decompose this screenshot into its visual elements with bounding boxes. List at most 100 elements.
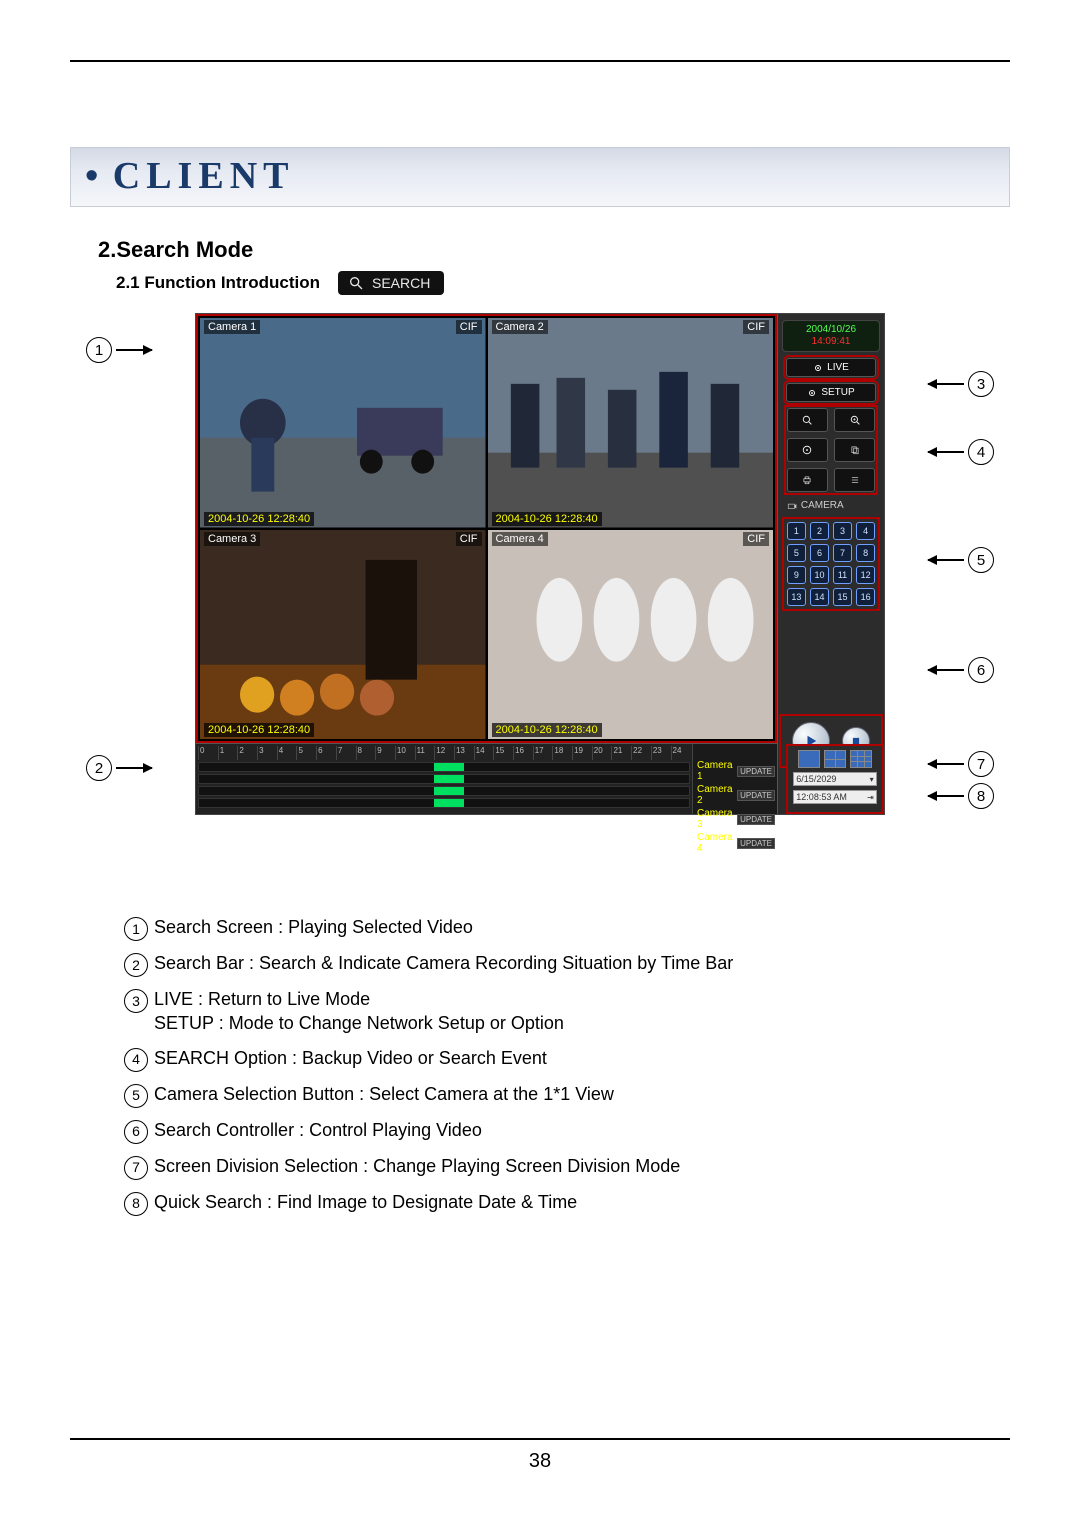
search-pill-label: SEARCH [372,275,430,291]
camera-list-item: Camera 2UPDATE [697,784,775,806]
search-pill: SEARCH [338,271,444,295]
hour-tick: 4 [277,746,297,760]
print-button[interactable] [787,468,828,492]
hour-tick: 12 [434,746,454,760]
camera-select-button[interactable]: 6 [810,544,829,562]
search-icon [348,275,364,291]
camera-select-button[interactable]: 12 [856,566,875,584]
hour-tick: 17 [533,746,553,760]
update-button[interactable]: UPDATE [737,838,775,849]
callout-3: 3 [928,371,994,397]
zoom-in-button[interactable] [834,408,875,432]
top-rule [70,60,1010,62]
hour-tick: 9 [375,746,395,760]
description-number: 3 [124,989,148,1013]
hour-tick: 21 [611,746,631,760]
description-item: 6Search Controller : Control Playing Vid… [124,1118,1010,1144]
camera-icon [787,501,797,511]
camera-select-button[interactable]: 3 [833,522,852,540]
camera-cell-2[interactable]: Camera 2 CIF 2004-10-26 12:28:40 [488,318,774,528]
hour-tick: 23 [651,746,671,760]
callout-7-num: 7 [968,751,994,777]
callout-6: 6 [928,657,994,683]
figure-wrap: 1 2 3 4 5 6 7 8 [130,313,950,815]
gear-icon [807,388,817,398]
timeline-row [198,774,690,784]
callout-4: 4 [928,439,994,465]
callout-5: 5 [928,547,994,573]
camera-select-button[interactable]: 14 [810,588,829,606]
callout-3-num: 3 [968,371,994,397]
page-number: 38 [529,1450,551,1472]
camera-select-button[interactable]: 5 [787,544,806,562]
camera-select-button[interactable]: 15 [833,588,852,606]
camera-1-scene [200,318,486,528]
manual-page: • CLIENT 2.Search Mode 2.1 Function Intr… [0,0,1080,1527]
update-button[interactable]: UPDATE [737,790,775,801]
clock-time: 14:09:41 [787,336,875,348]
camera-3-label: Camera 3 [204,532,260,546]
page-footer: 38 [70,1438,1010,1473]
camera-select-button[interactable]: 8 [856,544,875,562]
description-text: Search Screen : Playing Selected Video [154,915,473,941]
camera-cell-4[interactable]: Camera 4 CIF 2004-10-26 12:28:40 [488,530,774,740]
camera-select-button[interactable]: 2 [810,522,829,540]
copy-button[interactable] [834,438,875,462]
zoom-out-button[interactable] [787,408,828,432]
eye-icon [813,363,823,373]
quick-search-time-value: 12:08:53 AM [796,792,847,802]
camera-cell-1[interactable]: Camera 1 CIF 2004-10-26 12:28:40 [200,318,486,528]
description-item: 7Screen Division Selection : Change Play… [124,1154,1010,1180]
camera-select-button[interactable]: 9 [787,566,806,584]
layout-2x2-button[interactable] [824,750,846,768]
timeline-row [198,762,690,772]
update-button[interactable]: UPDATE [737,814,775,825]
camera-list-name: Camera 2 [697,784,737,806]
layout-3x3-button[interactable] [850,750,872,768]
quick-search-date[interactable]: 6/15/2029 ▾ [793,772,876,786]
update-button[interactable]: UPDATE [737,766,775,777]
title-bullet: • [85,155,98,197]
camera-cell-3[interactable]: Camera 3 CIF 2004-10-26 12:28:40 [200,530,486,740]
setup-button[interactable]: SETUP [786,383,876,402]
hour-tick: 0 [198,746,218,760]
camera-select-button[interactable]: 10 [810,566,829,584]
hour-tick: 16 [513,746,533,760]
quick-search-time[interactable]: 12:08:53 AM ⇥ [793,790,876,804]
search-option-grid [787,408,875,492]
camera-2-label: Camera 2 [492,320,548,334]
callout-1-num: 1 [86,337,112,363]
live-button[interactable]: LIVE [786,358,876,377]
backup-button[interactable] [787,438,828,462]
hour-tick: 7 [336,746,356,760]
camera-3-cif: CIF [456,532,482,546]
description-item: 3LIVE : Return to Live Mode SETUP : Mode… [124,987,1010,1036]
hour-tick: 19 [572,746,592,760]
camera-select-button[interactable]: 1 [787,522,806,540]
camera-select-button[interactable]: 16 [856,588,875,606]
camera-2-timestamp: 2004-10-26 12:28:40 [492,512,602,526]
hour-tick: 20 [592,746,612,760]
subsubsection-heading: 2.1 Function Introduction [116,273,320,293]
camera-select-button[interactable]: 4 [856,522,875,540]
event-button[interactable] [834,468,875,492]
camera-select-button[interactable]: 7 [833,544,852,562]
camera-list-name: Camera 1 [697,760,737,782]
timeline-ruler[interactable]: 0123456789101112131415161718192021222324 [196,744,692,814]
hour-tick: 18 [552,746,572,760]
description-number: 6 [124,1120,148,1144]
layout-1x1-button[interactable] [798,750,820,768]
camera-select-button[interactable]: 13 [787,588,806,606]
camera-4-label: Camera 4 [492,532,548,546]
hour-tick: 6 [316,746,336,760]
subsection-heading: 2.Search Mode [98,237,1010,263]
description-number: 2 [124,953,148,977]
subsubsection-row: 2.1 Function Introduction SEARCH [116,271,1010,295]
zoom-in-icon [850,415,860,425]
hour-tick: 15 [493,746,513,760]
camera-3-scene [200,530,486,740]
callout-6-num: 6 [968,657,994,683]
live-label: LIVE [827,362,849,373]
camera-select-button[interactable]: 11 [833,566,852,584]
camera-list-item: Camera 4UPDATE [697,832,775,854]
